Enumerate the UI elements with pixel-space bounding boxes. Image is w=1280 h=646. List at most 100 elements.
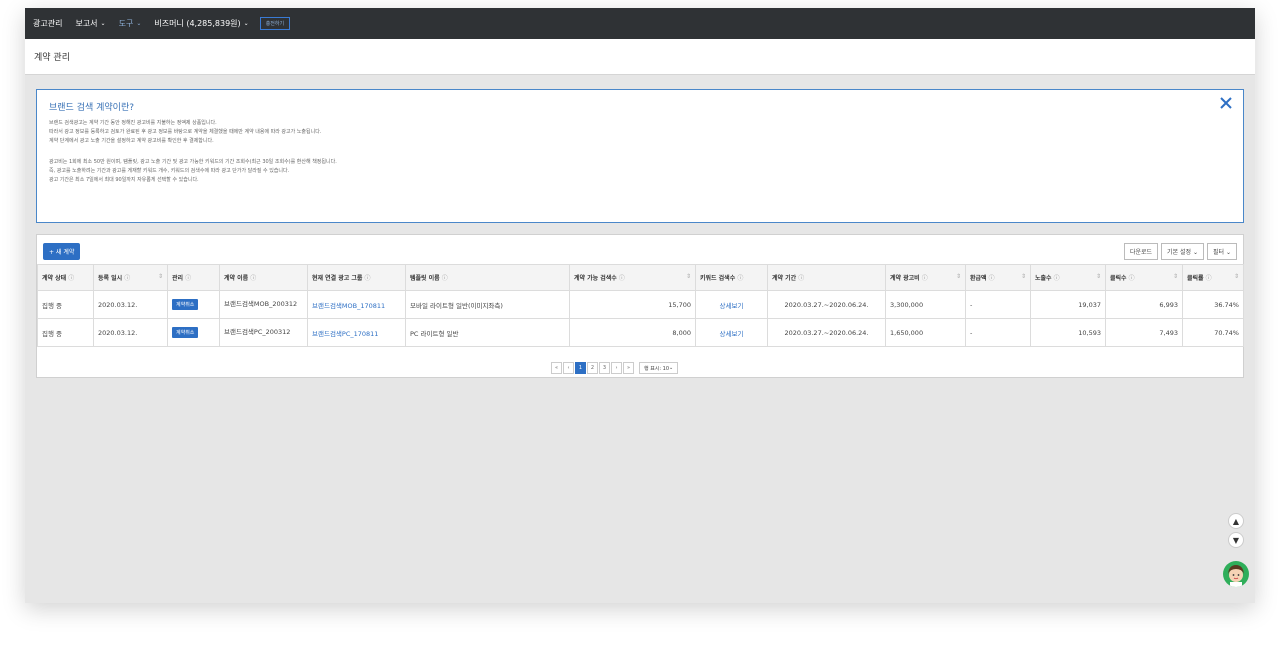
cell-status: 집행 중 bbox=[37, 318, 94, 347]
sort-icon: ⇕ bbox=[1233, 273, 1239, 280]
nav-bizmoney[interactable]: 비즈머니 (4,285,839원) ⌄ bbox=[154, 18, 248, 29]
table-row: 집행 중 2020.03.12. 계약취소 브랜드검색MOB_200312 브랜… bbox=[37, 290, 1244, 319]
page-button[interactable]: 2 bbox=[587, 362, 598, 374]
info-line: 광고 기간은 최소 7일에서 최대 90일까지 자유롭게 선택할 수 있습니다. bbox=[49, 177, 199, 183]
pagination: « ‹ 1 2 3 › » 행 표시: 10 ⌄ bbox=[551, 362, 679, 374]
column-header[interactable]: 키워드 검색수 ⓘ bbox=[695, 264, 768, 291]
table-row: 집행 중 2020.03.12. 계약취소 브랜드검색PC_200312 브랜드… bbox=[37, 318, 1244, 347]
cell-contract-name: 브랜드검색MOB_200312 bbox=[219, 290, 308, 319]
nav-reports[interactable]: 보고서 ⌄ bbox=[75, 18, 105, 29]
page-button[interactable]: 1 bbox=[575, 362, 586, 374]
cell-searchable: 15,700 bbox=[569, 290, 696, 319]
help-icon: ⓘ bbox=[124, 275, 131, 282]
page-title: 계약 관리 bbox=[25, 39, 1255, 75]
settings-dropdown[interactable]: 기본 설정 ⌄ bbox=[1161, 243, 1204, 260]
prev-page-button[interactable]: ‹ bbox=[563, 362, 574, 374]
cell-template: PC 라이트형 일반 bbox=[405, 318, 570, 347]
help-icon: ⓘ bbox=[1128, 275, 1135, 282]
chevron-down-icon: ⌄ bbox=[243, 20, 249, 27]
sort-icon: ⇕ bbox=[1095, 273, 1101, 280]
cancel-contract-button[interactable]: 계약취소 bbox=[172, 299, 199, 310]
sort-icon: ⇕ bbox=[685, 273, 691, 280]
help-icon: ⓘ bbox=[737, 275, 744, 282]
nav-ad-management[interactable]: 광고관리 bbox=[33, 18, 62, 29]
cell-refund: - bbox=[965, 290, 1031, 319]
first-page-button[interactable]: « bbox=[551, 362, 562, 374]
column-header[interactable]: 현재 연결 광고 그룹 ⓘ bbox=[307, 264, 406, 291]
cell-refund: - bbox=[965, 318, 1031, 347]
help-icon: ⓘ bbox=[250, 275, 257, 282]
cell-clicks: 7,493 bbox=[1105, 318, 1183, 347]
info-line: 브랜드 검색광고는 계약 기간 동안 정해진 광고비를 지불하는 정액제 상품입… bbox=[49, 120, 217, 126]
cell-date: 2020.03.12. bbox=[93, 290, 168, 319]
column-header[interactable]: 노출수 ⓘ ⇕ bbox=[1030, 264, 1106, 291]
cell-impressions: 19,037 bbox=[1030, 290, 1106, 319]
contracts-panel: + 새 계약 다운로드 기본 설정 ⌄ 필터 ⌄ 계약 상태 ⓘ 등록 일시 ⓘ… bbox=[36, 234, 1244, 378]
next-page-button[interactable]: › bbox=[611, 362, 622, 374]
cell-contract-name: 브랜드검색PC_200312 bbox=[219, 318, 308, 347]
column-header[interactable]: 템플릿 이름 ⓘ bbox=[405, 264, 570, 291]
top-nav: 광고관리 보고서 ⌄ 도구 ⌄ 비즈머니 (4,285,839원) ⌄ 충전하기 bbox=[25, 8, 1255, 39]
cell-cost: 3,300,000 bbox=[885, 290, 966, 319]
column-header[interactable]: 등록 일시 ⓘ ⇕ bbox=[93, 264, 168, 291]
cancel-contract-button[interactable]: 계약취소 bbox=[172, 327, 199, 338]
cell-impressions: 10,593 bbox=[1030, 318, 1106, 347]
cell-ctr: 36.74% bbox=[1182, 290, 1244, 319]
help-icon: ⓘ bbox=[441, 275, 448, 282]
info-box: 브랜드 검색 계약이란? 브랜드 검색광고는 계약 기간 동안 정해진 광고비를… bbox=[36, 89, 1244, 223]
cell-cost: 1,650,000 bbox=[885, 318, 966, 347]
column-header[interactable]: 관리 ⓘ bbox=[167, 264, 220, 291]
cell-template: 모바일 라이트형 일반(이미지좌측) bbox=[405, 290, 570, 319]
info-line: 따라서 광고 정보를 등록하고 검토가 완료된 후 광고 정보를 바탕으로 계약… bbox=[49, 129, 322, 135]
keyword-detail-link[interactable]: 상세보기 bbox=[720, 302, 744, 310]
help-icon: ⓘ bbox=[798, 275, 805, 282]
nav-tools[interactable]: 도구 ⌄ bbox=[119, 18, 142, 29]
help-icon: ⓘ bbox=[618, 275, 625, 282]
column-header[interactable]: 계약 기간 ⓘ bbox=[767, 264, 886, 291]
cell-status: 집행 중 bbox=[37, 290, 94, 319]
chevron-down-icon: ⌄ bbox=[669, 365, 674, 371]
sort-icon: ⇕ bbox=[1172, 273, 1178, 280]
help-icon: ⓘ bbox=[185, 275, 192, 282]
arrow-down-icon[interactable]: ▼ bbox=[1228, 532, 1244, 548]
cell-searchable: 8,000 bbox=[569, 318, 696, 347]
sort-icon: ⇕ bbox=[157, 273, 163, 280]
column-header[interactable]: 클릭률 ⓘ ⇕ bbox=[1182, 264, 1244, 291]
help-icon: ⓘ bbox=[921, 275, 928, 282]
column-header[interactable]: 계약 상태 ⓘ bbox=[37, 264, 94, 291]
cell-date: 2020.03.12. bbox=[93, 318, 168, 347]
column-header[interactable]: 계약 이름 ⓘ bbox=[219, 264, 308, 291]
cell-ctr: 70.74% bbox=[1182, 318, 1244, 347]
cell-period: 2020.03.27.~2020.06.24. bbox=[767, 318, 886, 347]
column-header[interactable]: 환급액 ⓘ ⇕ bbox=[965, 264, 1031, 291]
column-header[interactable]: 계약 가능 검색수 ⓘ ⇕ bbox=[569, 264, 696, 291]
new-contract-button[interactable]: + 새 계약 bbox=[43, 243, 81, 260]
keyword-detail-link[interactable]: 상세보기 bbox=[720, 330, 744, 338]
help-icon: ⓘ bbox=[364, 275, 371, 282]
column-header[interactable]: 클릭수 ⓘ ⇕ bbox=[1105, 264, 1183, 291]
last-page-button[interactable]: » bbox=[623, 362, 634, 374]
ad-group-link[interactable]: 브랜드검색PC_170811 bbox=[312, 330, 378, 338]
column-header[interactable]: 계약 광고비 ⓘ ⇕ bbox=[885, 264, 966, 291]
help-icon: ⓘ bbox=[988, 275, 995, 282]
table-header-row: 계약 상태 ⓘ 등록 일시 ⓘ ⇕ 관리 ⓘ 계약 이름 ⓘ 현재 연결 광고 그… bbox=[37, 264, 1244, 291]
chevron-down-icon: ⌄ bbox=[1192, 249, 1198, 256]
filter-dropdown[interactable]: 필터 ⌄ bbox=[1207, 243, 1237, 260]
info-line: 계약 단계에서 광고 노출 기간을 설정하고 계약 광고비를 확인한 후 결제합… bbox=[49, 138, 214, 144]
page-button[interactable]: 3 bbox=[599, 362, 610, 374]
chatbot-avatar-icon[interactable] bbox=[1223, 561, 1249, 587]
chevron-down-icon: ⌄ bbox=[136, 20, 142, 27]
help-icon: ⓘ bbox=[1205, 275, 1212, 282]
arrow-up-icon[interactable]: ▲ bbox=[1228, 513, 1244, 529]
download-button[interactable]: 다운로드 bbox=[1123, 243, 1159, 260]
rows-per-page-select[interactable]: 행 표시: 10 ⌄ bbox=[639, 362, 679, 374]
charge-button[interactable]: 충전하기 bbox=[259, 17, 291, 30]
info-line: 즉, 광고를 노출하려는 기간과 광고를 게재할 키워드 개수, 키워드의 검색… bbox=[49, 168, 290, 174]
help-icon: ⓘ bbox=[68, 275, 75, 282]
close-icon[interactable] bbox=[1219, 96, 1233, 110]
ad-group-link[interactable]: 브랜드검색MOB_170811 bbox=[312, 302, 385, 310]
chevron-down-icon: ⌄ bbox=[1225, 249, 1231, 256]
info-line: 광고비는 1회에 최소 50만 원이며, 템플릿, 광고 노출 기간 및 광고 … bbox=[49, 159, 337, 165]
help-icon: ⓘ bbox=[1053, 275, 1060, 282]
chevron-down-icon: ⌄ bbox=[100, 20, 106, 27]
